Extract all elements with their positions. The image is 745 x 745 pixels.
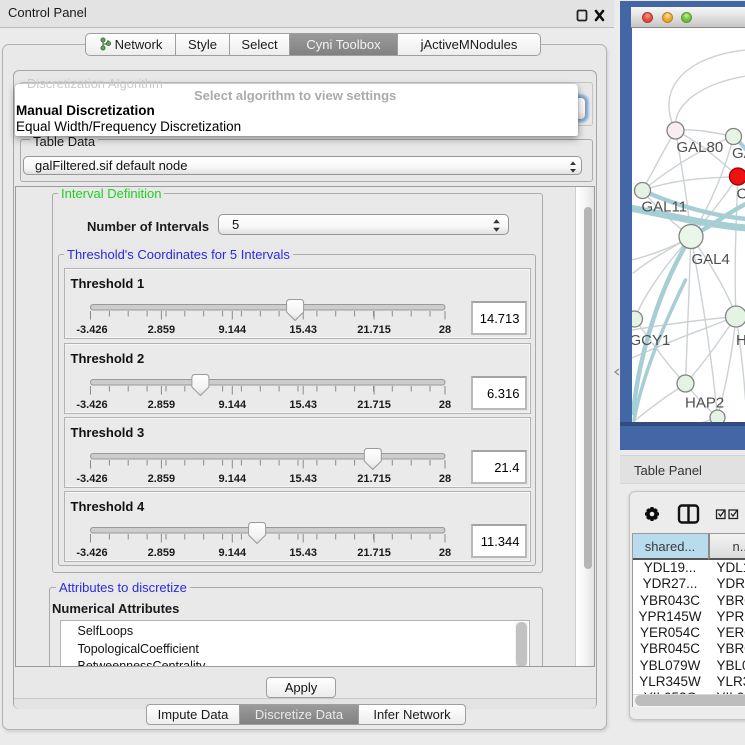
svg-text:21.715: 21.715 (357, 473, 391, 485)
svg-text:-3.426: -3.426 (76, 547, 107, 559)
svg-text:9.144: 9.144 (218, 473, 246, 485)
svg-text:21.715: 21.715 (357, 324, 391, 336)
svg-text:15.43: 15.43 (289, 547, 317, 559)
svg-text:-3.426: -3.426 (76, 324, 107, 336)
svg-text:21.715: 21.715 (357, 399, 391, 411)
svg-text:GAL11: GAL11 (641, 199, 687, 216)
svg-text:21.715: 21.715 (357, 547, 391, 559)
svg-text:15.43: 15.43 (289, 324, 317, 336)
svg-text:28: 28 (438, 399, 450, 411)
svg-text:GCY1: GCY1 (632, 332, 670, 349)
svg-text:28: 28 (438, 473, 450, 485)
svg-text:28: 28 (438, 547, 450, 559)
svg-text:-3.426: -3.426 (76, 473, 107, 485)
svg-text:GA: GA (732, 145, 745, 162)
svg-text:9.144: 9.144 (218, 324, 246, 336)
svg-text:2.859: 2.859 (147, 399, 175, 411)
svg-text:CA: CA (736, 186, 745, 203)
svg-text:15.43: 15.43 (289, 399, 317, 411)
svg-text:-3.426: -3.426 (76, 399, 107, 411)
svg-text:15.43: 15.43 (289, 473, 317, 485)
svg-text:GAL80: GAL80 (676, 139, 723, 156)
svg-text:28: 28 (438, 324, 450, 336)
svg-text:H: H (736, 332, 745, 349)
svg-text:GAL4: GAL4 (691, 251, 729, 268)
svg-text:HAP2: HAP2 (685, 395, 724, 412)
svg-text:2.859: 2.859 (147, 324, 175, 336)
svg-text:2.859: 2.859 (147, 473, 175, 485)
svg-text:9.144: 9.144 (218, 547, 246, 559)
svg-text:2.859: 2.859 (147, 547, 175, 559)
svg-text:9.144: 9.144 (218, 399, 246, 411)
